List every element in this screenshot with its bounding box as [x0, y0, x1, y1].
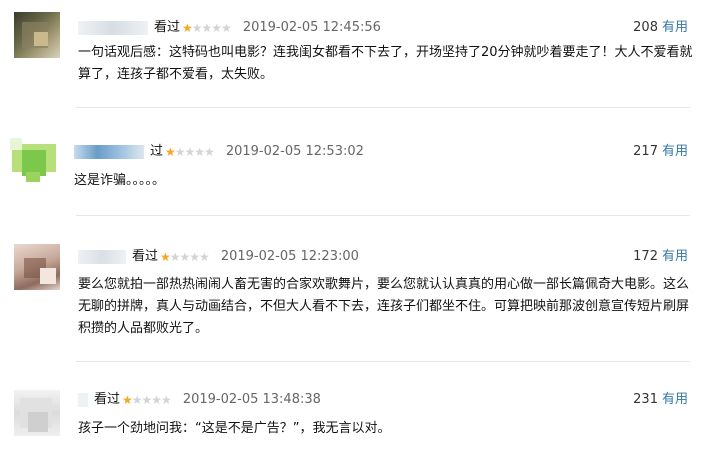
comment-text: 一句话观后感：这特码也叫电影？连我闺女都看不下去了，开场坚持了20分钟就吵着要走… [78, 45, 693, 82]
useful-button[interactable]: 有用 [662, 144, 688, 159]
comment-time: 2019-02-05 13:48:38 [182, 392, 321, 407]
star-icon: ★★★★ [191, 21, 232, 35]
star-icon: ★★★★ [131, 393, 172, 407]
rating-stars: ★★★★★ [165, 144, 215, 160]
avatar[interactable] [14, 390, 60, 436]
divider [76, 215, 690, 216]
comment-time: 2019-02-05 12:53:02 [225, 144, 364, 159]
vote-count: 172 [633, 249, 658, 264]
avatar[interactable] [14, 12, 60, 58]
username-blurred[interactable] [74, 145, 144, 159]
comment-text: 这是诈骗。。。。。 [74, 173, 166, 188]
username-blurred[interactable] [78, 393, 88, 407]
watched-status: 过 [150, 144, 164, 159]
comment-meta: 看过 ★★★★★ 2019-02-05 12:23:00 [78, 249, 359, 265]
star-icon: ★★★★ [169, 250, 210, 264]
username-blurred[interactable] [78, 21, 148, 35]
watched-status: 看过 [94, 392, 121, 407]
comment-meta: 过 ★★★★★ 2019-02-05 12:53:02 [74, 144, 364, 160]
star-icon: ★★★★ [174, 145, 215, 159]
star-icon: ★ [160, 250, 171, 264]
comment-meta: 看过 ★★★★★ 2019-02-05 12:45:56 [78, 20, 381, 36]
vote-area: 208 有用 [633, 20, 688, 36]
vote-count: 208 [633, 20, 658, 35]
vote-area: 231 有用 [633, 392, 688, 408]
watched-status: 看过 [132, 249, 159, 264]
avatar[interactable] [10, 138, 56, 184]
vote-count: 217 [633, 144, 658, 159]
useful-button[interactable]: 有用 [662, 20, 688, 35]
star-icon: ★ [122, 393, 133, 407]
vote-area: 217 有用 [633, 144, 688, 160]
vote-area: 172 有用 [633, 249, 688, 265]
avatar[interactable] [14, 244, 60, 290]
rating-stars: ★★★★★ [122, 392, 172, 408]
star-icon: ★ [165, 145, 176, 159]
star-icon: ★ [182, 21, 193, 35]
comment-time: 2019-02-05 12:45:56 [242, 20, 381, 35]
comment-meta: 看过 ★★★★★ 2019-02-05 13:48:38 [78, 392, 321, 408]
useful-button[interactable]: 有用 [662, 392, 688, 407]
rating-stars: ★★★★★ [160, 249, 210, 265]
comment-text: 孩子一个劲地问我：“这是不是广告？”，我无言以对。 [78, 421, 391, 436]
watched-status: 看过 [154, 20, 181, 35]
divider [76, 107, 690, 108]
vote-count: 231 [633, 392, 658, 407]
rating-stars: ★★★★★ [182, 20, 232, 36]
useful-button[interactable]: 有用 [662, 249, 688, 264]
divider [76, 361, 690, 362]
comment-time: 2019-02-05 12:23:00 [220, 249, 359, 264]
comment-text: 要么您就拍一部热热闹闹人畜无害的合家欢歌舞片，要么您就认认真真的用心做一部长篇佩… [78, 277, 690, 336]
username-blurred[interactable] [78, 250, 126, 264]
